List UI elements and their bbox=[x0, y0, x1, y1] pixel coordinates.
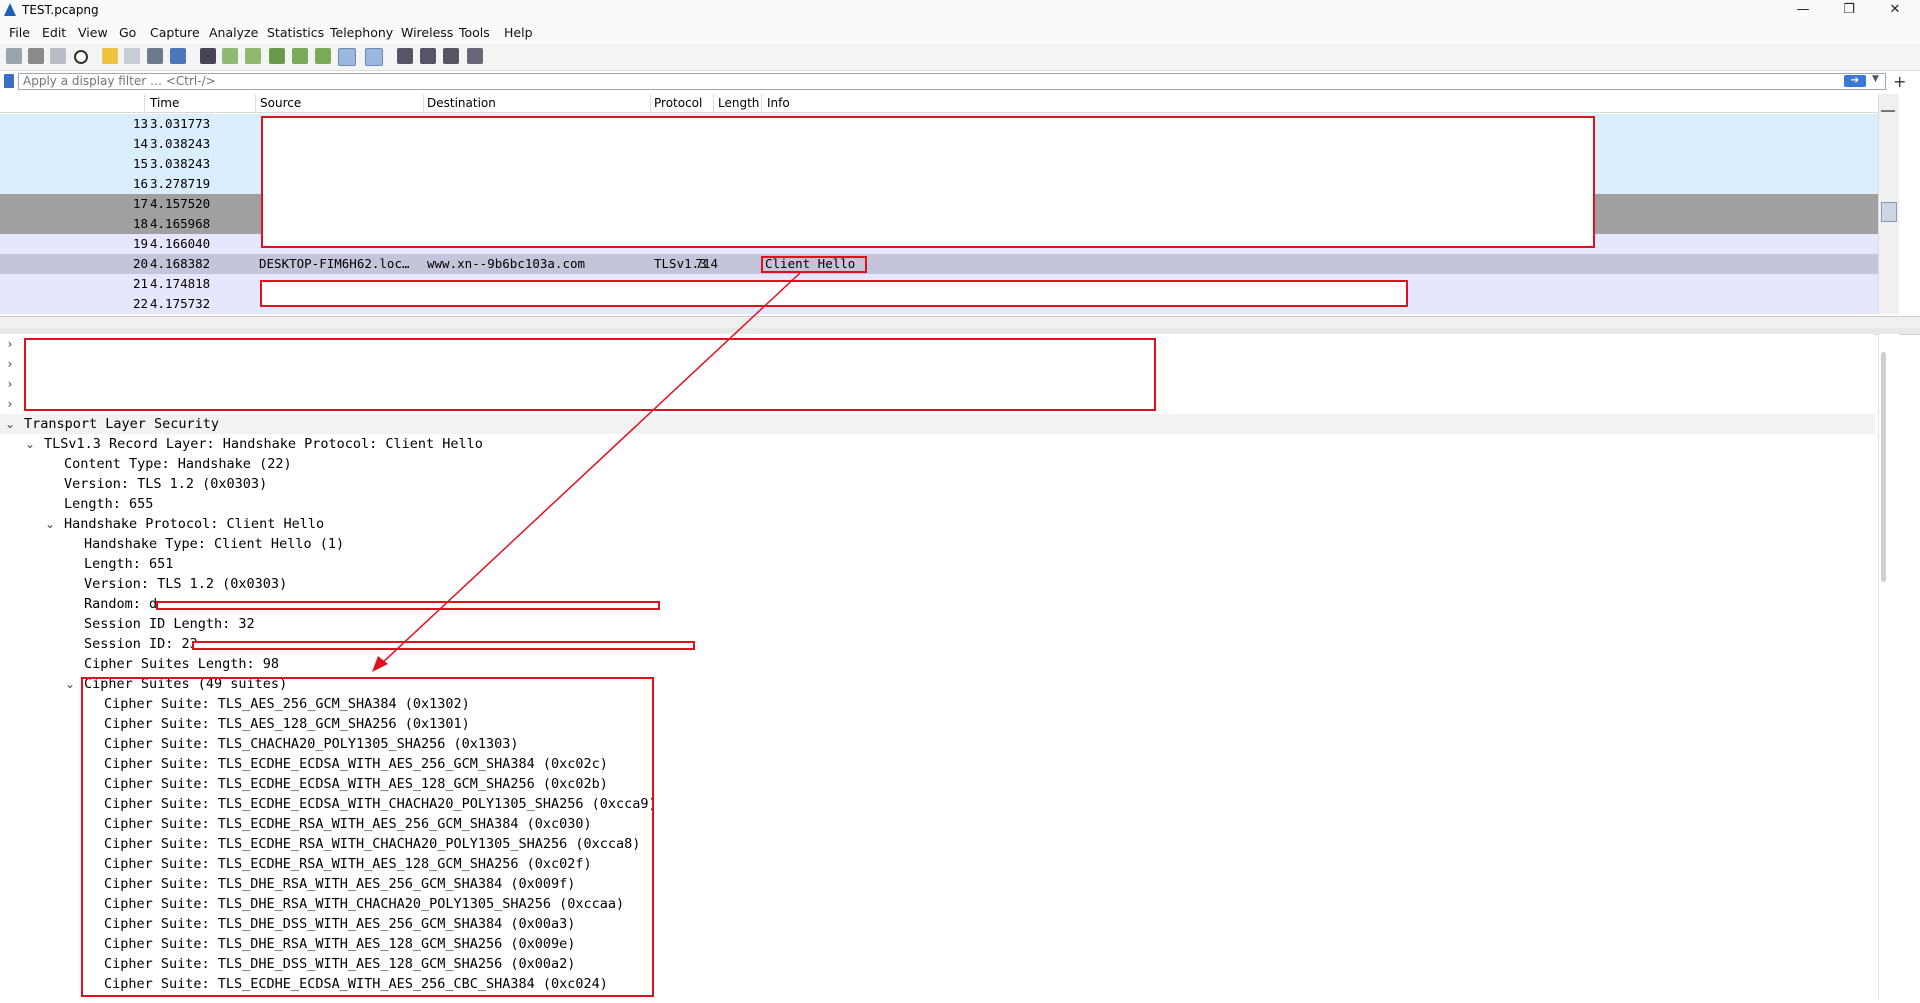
details-scroll-thumb[interactable] bbox=[1881, 352, 1886, 582]
arrow-head bbox=[372, 656, 388, 672]
arrow-line bbox=[379, 272, 801, 666]
annotation-arrow bbox=[372, 272, 801, 672]
